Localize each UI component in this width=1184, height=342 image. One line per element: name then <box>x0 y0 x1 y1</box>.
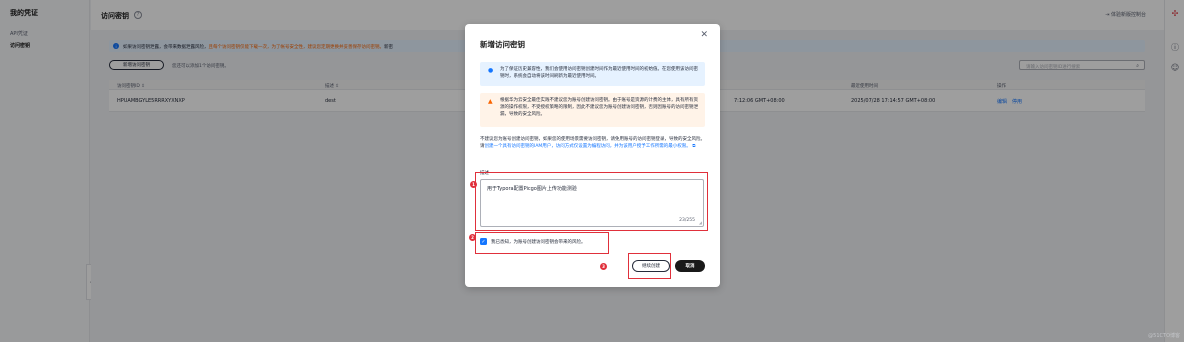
dialog-advice: 不建议您为账号创建访问密钥，如果您的使用场景需要访问密钥，请免用账号的访问密钥登… <box>480 137 705 149</box>
annotation-box-continue <box>628 253 671 279</box>
create-access-key-dialog: 新增访问密钥 ✕ ● 为了保证历史兼容性，我们会使用访问密钥创建时间作为最近使用… <box>465 24 720 287</box>
step-badge-3: 3 <box>600 263 607 270</box>
step-badge-2: 2 <box>469 234 476 241</box>
warning-icon: ▲ <box>488 98 493 105</box>
dialog-warning-box: ▲ 根据华为云安全最佳实践不建议您为账号创建访问密钥。由于账号是资源的计费的主体… <box>480 93 705 127</box>
dialog-info-text: 为了保证历史兼容性，我们会使用访问密钥创建时间作为最近使用时间的初始值。在您使用… <box>500 67 698 79</box>
create-iam-user-link[interactable]: 创建一个具有访问密钥的IAM用户，访问方式仅设置为编程访问，并为该用户授予工作所… <box>485 144 691 149</box>
step-badge-1: 1 <box>470 181 477 188</box>
dialog-info-box: ● 为了保证历史兼容性，我们会使用访问密钥创建时间作为最近使用时间的初始值。在您… <box>480 62 705 86</box>
annotation-box-acknowledge <box>475 232 609 254</box>
dialog-warning-text: 根据华为云安全最佳实践不建议您为账号创建访问密钥。由于账号是资源的计费的主体，具… <box>500 98 698 117</box>
info-icon: ● <box>488 67 494 74</box>
cancel-button[interactable]: 取消 <box>675 260 705 272</box>
annotation-box-description <box>475 172 708 231</box>
close-icon[interactable]: ✕ <box>700 30 708 40</box>
watermark: @51CTO博客 <box>1148 333 1180 339</box>
external-link-icon[interactable]: ⧉ <box>691 144 695 149</box>
dialog-title: 新增访问密钥 <box>480 40 525 49</box>
